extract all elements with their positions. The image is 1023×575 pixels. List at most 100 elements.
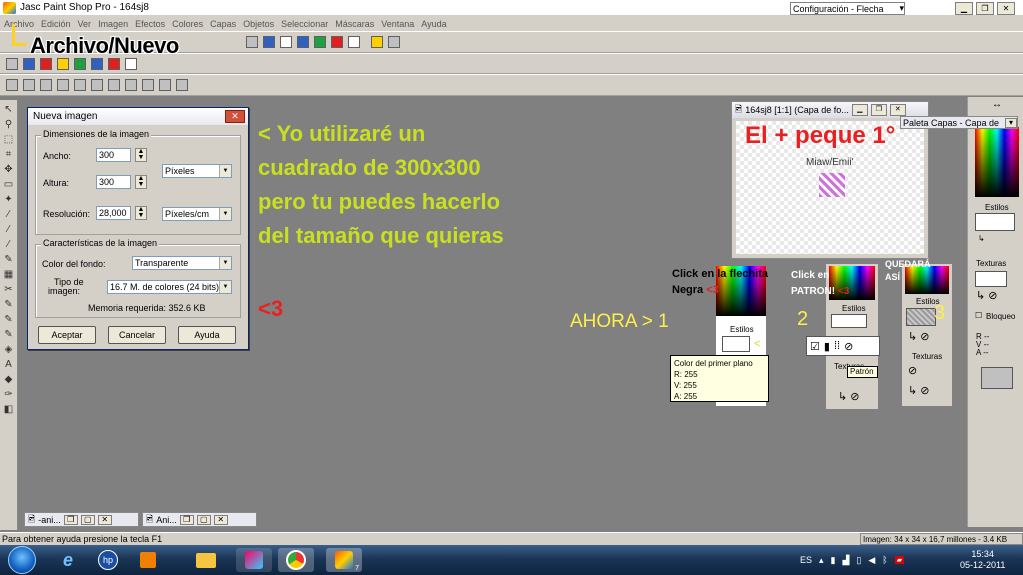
resolution-units-select[interactable]: Píxeles/cm ▼ [162,207,232,221]
preset-shape-icon[interactable]: ◆ [3,374,15,385]
toolbar-icon[interactable] [57,79,69,91]
style-swatch[interactable] [831,314,867,328]
menu-mascaras[interactable]: Máscaras [335,19,374,29]
toolbar-icon[interactable] [6,79,18,91]
toolbar-icon[interactable] [125,79,137,91]
show-hidden-icons-icon[interactable]: ▴ [819,555,824,566]
maximize-button[interactable]: ❐ [976,2,994,15]
pattern-swatch[interactable] [906,308,936,326]
toolbar-icon[interactable] [57,57,69,70]
close-button[interactable]: ✕ [213,514,228,525]
no-texture-icon[interactable]: ↳ ⊘ [976,289,998,302]
toolbar-icon[interactable] [108,79,120,91]
solid-color-option-icon[interactable]: ☑ [810,340,820,353]
none-option-icon[interactable]: ⊘ [844,340,853,353]
picture-tube-icon[interactable]: ✎ [3,314,15,325]
toolbar-icon[interactable] [176,79,188,91]
width-input[interactable]: 300 [96,148,131,162]
color-replacer-icon[interactable]: ✎ [3,254,15,265]
menu-ver[interactable]: Ver [78,19,92,29]
minimized-window[interactable]: 🖻 Ani... ❐ ▢ ✕ [142,512,257,527]
ok-button[interactable]: Aceptar [38,326,96,344]
volume-icon[interactable]: ◀ [868,555,875,566]
toolbar-icon[interactable] [6,57,18,70]
gradient-option-icon[interactable]: ▮ [824,340,830,353]
toolbar-icon[interactable] [23,57,35,70]
explorer-taskbar-icon[interactable] [188,548,224,572]
language-indicator[interactable]: ES [800,555,812,565]
toolbar-icon[interactable] [246,36,258,48]
paint-shop-pro-taskbar-icon[interactable]: 7 [326,548,362,572]
magic-wand-icon[interactable]: ✦ [3,194,15,205]
config-select[interactable]: Configuración - Flecha ▾ [790,2,905,15]
dropper-icon[interactable]: ⁄ [3,209,15,220]
toolbar-icon[interactable] [263,36,275,48]
image-canvas[interactable]: El + peque 1° Miaw/Emii' [736,121,924,254]
clone-brush-icon[interactable]: ⁄ [3,239,15,250]
toolbar-icon[interactable] [297,36,309,48]
pen-tool-icon[interactable]: ✑ [3,389,15,400]
maximize-button[interactable]: ▢ [196,514,211,525]
minimize-button[interactable]: ▁ [851,104,868,116]
menu-capas[interactable]: Capas [210,19,236,29]
color-picker[interactable] [975,127,1019,197]
menu-seleccionar[interactable]: Seleccionar [281,19,328,29]
units-select[interactable]: Píxeles ▼ [162,164,232,178]
toolbar-icon[interactable] [280,36,292,48]
antivirus-icon[interactable]: ▰ [894,556,905,564]
hp-taskbar-icon[interactable]: hp [90,548,126,572]
toolbar-icon[interactable] [23,79,35,91]
menu-ventana[interactable]: Ventana [381,19,414,29]
object-selector-icon[interactable]: ◧ [3,404,15,415]
scratch-remover-icon[interactable]: ✂ [3,284,15,295]
power-icon[interactable]: ▯ [856,555,861,566]
retouch-icon[interactable]: ▦ [3,269,15,280]
cancel-button[interactable]: Cancelar [108,326,166,344]
start-button[interactable] [8,546,36,574]
toolbar-icon[interactable] [348,36,360,48]
close-button[interactable]: ✕ [889,104,906,116]
height-spinner[interactable]: ▲ ▼ [135,175,147,189]
style-swatch[interactable] [975,213,1015,231]
toolbar-icon[interactable] [74,79,86,91]
image-type-select[interactable]: 16.7 M. de colores (24 bits) ▼ [107,280,232,294]
close-button[interactable]: ✕ [97,514,112,525]
toolbar-icon[interactable] [125,57,137,70]
ie-taskbar-icon[interactable]: e [50,548,86,572]
pointer-tool-icon[interactable]: ↖ [3,104,15,115]
no-texture-icon[interactable]: ↳ ⊘ [838,390,860,403]
menu-ayuda[interactable]: Ayuda [421,19,446,29]
toolbar-icon[interactable] [314,36,326,48]
toolbar-icon[interactable] [91,79,103,91]
selection-tool-icon[interactable]: ▭ [3,179,15,190]
menu-colores[interactable]: Colores [172,19,203,29]
width-spinner[interactable]: ▲ ▼ [135,148,147,162]
paint-brush-icon[interactable]: ⁄ [3,224,15,235]
background-select[interactable]: Transparente ▼ [132,256,232,270]
no-texture-icon[interactable]: ↳ ⊘ [908,384,930,397]
move-tool-icon[interactable]: ✥ [3,164,15,175]
network-icon[interactable]: ▮ [831,555,836,566]
bluetooth-icon[interactable]: ᛒ [882,555,887,565]
toolbar-icon[interactable] [142,79,154,91]
height-input[interactable]: 300 [96,175,131,189]
airbrush-icon[interactable]: ✎ [3,329,15,340]
no-texture-icon[interactable]: ⊘ [908,364,917,377]
eraser-icon[interactable]: ✎ [3,299,15,310]
signal-icon[interactable]: ▟ [843,555,850,566]
minimized-window[interactable]: 🖻 -ani... ❐ ▢ ✕ [24,512,139,527]
help-button[interactable]: Ayuda [178,326,236,344]
zoom-tool-icon[interactable]: ⚲ [3,119,15,130]
toolbar-icon[interactable] [388,36,400,48]
restore-button[interactable]: ❐ [179,514,194,525]
resolution-input[interactable]: 28,000 [96,206,131,220]
menu-objetos[interactable]: Objetos [243,19,274,29]
outlook-taskbar-icon[interactable] [130,548,166,572]
resolution-spinner[interactable]: ▲ ▼ [135,206,147,220]
menu-imagen[interactable]: Imagen [98,19,128,29]
minimize-button[interactable]: ▁ [955,2,973,15]
dialog-close-button[interactable]: ✕ [225,110,245,123]
menu-edicion[interactable]: Edición [41,19,71,29]
style-swatch[interactable] [722,336,750,352]
swap-icon[interactable]: ↳ [978,234,985,243]
